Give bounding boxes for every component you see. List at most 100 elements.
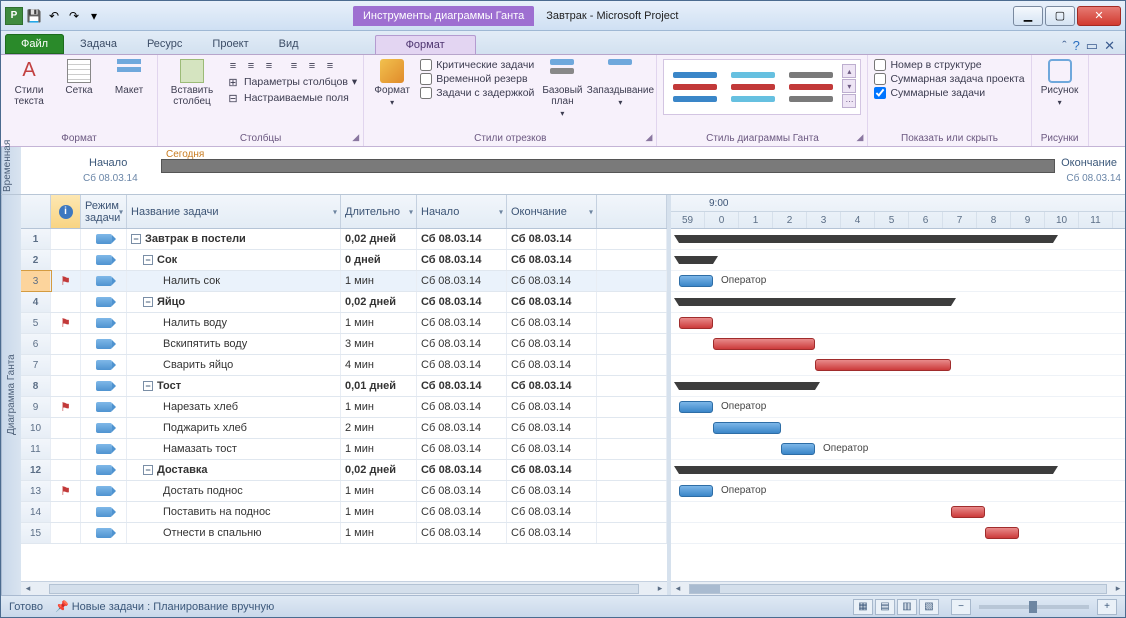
cell-start[interactable]: Сб 08.03.14 — [417, 334, 507, 354]
timeline-tab[interactable]: Временная — [1, 147, 21, 194]
gantt-row[interactable] — [671, 334, 1125, 355]
tab-project[interactable]: Проект — [198, 34, 262, 54]
cell-extra[interactable] — [597, 376, 667, 396]
cell-start[interactable]: Сб 08.03.14 — [417, 418, 507, 438]
close-button[interactable]: ✕ — [1077, 6, 1121, 26]
cell-name[interactable]: Поджарить хлеб — [127, 418, 341, 438]
cell-finish[interactable]: Сб 08.03.14 — [507, 313, 597, 333]
row-number[interactable]: 2 — [21, 250, 51, 270]
cell-name[interactable]: Сварить яйцо — [127, 355, 341, 375]
gridlines-button[interactable]: Сетка — [57, 59, 101, 96]
table-row[interactable]: 8−Тост0,01 днейСб 08.03.14Сб 08.03.14 — [21, 376, 667, 397]
cell-mode[interactable] — [81, 292, 127, 312]
cell-finish[interactable]: Сб 08.03.14 — [507, 439, 597, 459]
gantt-body[interactable]: ОператорОператорОператорОператор — [671, 229, 1125, 581]
cell-extra[interactable] — [597, 502, 667, 522]
row-number[interactable]: 13 — [21, 481, 51, 501]
cell-duration[interactable]: 4 мин — [341, 355, 417, 375]
col-indicators[interactable]: i — [51, 195, 81, 228]
view-team-icon[interactable]: ▥ — [897, 599, 917, 615]
cell-start[interactable]: Сб 08.03.14 — [417, 523, 507, 543]
cell-mode[interactable] — [81, 523, 127, 543]
cell-finish[interactable]: Сб 08.03.14 — [507, 502, 597, 522]
row-number[interactable]: 10 — [21, 418, 51, 438]
cell-duration[interactable]: 0,02 дней — [341, 460, 417, 480]
minimize-ribbon-icon[interactable]: ˆ — [1062, 38, 1066, 54]
row-number[interactable]: 15 — [21, 523, 51, 543]
cell-duration[interactable]: 1 мин — [341, 397, 417, 417]
cell-name[interactable]: −Тост — [127, 376, 341, 396]
scrollbar-thumb[interactable] — [49, 584, 639, 594]
task-bar[interactable] — [679, 317, 713, 329]
cell-start[interactable]: Сб 08.03.14 — [417, 355, 507, 375]
task-bar[interactable] — [713, 422, 781, 434]
layout-button[interactable]: Макет — [107, 59, 151, 96]
cell-name[interactable]: Поставить на поднос — [127, 502, 341, 522]
col-finish[interactable]: Окончание▾ — [507, 195, 597, 228]
cell-name[interactable]: Налить воду — [127, 313, 341, 333]
zoom-in-icon[interactable]: + — [1097, 599, 1117, 615]
task-bar[interactable] — [679, 485, 713, 497]
dialog-launcher-icon[interactable]: ◢ — [352, 132, 359, 143]
col-start[interactable]: Начало▾ — [417, 195, 507, 228]
col-rownum[interactable] — [21, 195, 51, 228]
gallery-up-icon[interactable]: ▴ — [842, 64, 856, 78]
cell-start[interactable]: Сб 08.03.14 — [417, 481, 507, 501]
cell-mode[interactable] — [81, 334, 127, 354]
drawing-button[interactable]: Рисунок▾ — [1038, 59, 1082, 107]
cell-duration[interactable]: 1 мин — [341, 502, 417, 522]
cell-extra[interactable] — [597, 334, 667, 354]
table-row[interactable]: 5⚑Налить воду1 минСб 08.03.14Сб 08.03.14 — [21, 313, 667, 334]
view-gantt-icon[interactable]: ▦ — [853, 599, 873, 615]
view-usage-icon[interactable]: ▤ — [875, 599, 895, 615]
gantt-row[interactable] — [671, 523, 1125, 544]
task-bar[interactable] — [985, 527, 1019, 539]
late-tasks-checkbox[interactable]: Задачи с задержкой — [420, 87, 534, 99]
cell-name[interactable]: Нарезать хлеб — [127, 397, 341, 417]
gantt-row[interactable] — [671, 292, 1125, 313]
critical-tasks-checkbox[interactable]: Критические задачи — [420, 59, 534, 71]
cell-start[interactable]: Сб 08.03.14 — [417, 292, 507, 312]
row-number[interactable]: 14 — [21, 502, 51, 522]
table-row[interactable]: 1−Завтрак в постели0,02 днейСб 08.03.14С… — [21, 229, 667, 250]
cell-mode[interactable] — [81, 313, 127, 333]
cell-extra[interactable] — [597, 523, 667, 543]
task-bar[interactable] — [815, 359, 951, 371]
scroll-right-icon[interactable]: ▸ — [653, 582, 667, 596]
collapse-icon[interactable]: − — [143, 465, 153, 475]
zoom-slider[interactable] — [979, 605, 1089, 609]
cell-start[interactable]: Сб 08.03.14 — [417, 376, 507, 396]
cell-name[interactable]: Достать поднос — [127, 481, 341, 501]
cell-duration[interactable]: 1 мин — [341, 439, 417, 459]
cell-mode[interactable] — [81, 418, 127, 438]
table-row[interactable]: 2−Сок0 днейСб 08.03.14Сб 08.03.14 — [21, 250, 667, 271]
summary-bar[interactable] — [679, 382, 815, 390]
task-bar[interactable] — [679, 275, 713, 287]
collapse-icon[interactable]: − — [143, 255, 153, 265]
cell-mode[interactable] — [81, 355, 127, 375]
help-icon[interactable]: ? — [1073, 38, 1080, 54]
row-number[interactable]: 1 — [21, 229, 51, 249]
cell-mode[interactable] — [81, 376, 127, 396]
cell-mode[interactable] — [81, 502, 127, 522]
cell-name[interactable]: Вскипятить воду — [127, 334, 341, 354]
slack-checkbox[interactable]: Временной резерв — [420, 73, 534, 85]
cell-extra[interactable] — [597, 397, 667, 417]
gantt-row[interactable] — [671, 313, 1125, 334]
cell-start[interactable]: Сб 08.03.14 — [417, 397, 507, 417]
cell-extra[interactable] — [597, 292, 667, 312]
col-mode[interactable]: Режим задачи▾ — [81, 195, 127, 228]
zoom-out-icon[interactable]: − — [951, 599, 971, 615]
tab-task[interactable]: Задача — [66, 34, 131, 54]
cell-start[interactable]: Сб 08.03.14 — [417, 313, 507, 333]
cell-extra[interactable] — [597, 250, 667, 270]
cell-extra[interactable] — [597, 271, 667, 291]
baseline-button[interactable]: Базовый план▾ — [540, 59, 584, 118]
cell-finish[interactable]: Сб 08.03.14 — [507, 250, 597, 270]
cell-finish[interactable]: Сб 08.03.14 — [507, 355, 597, 375]
tab-format[interactable]: Формат — [375, 35, 476, 54]
cell-mode[interactable] — [81, 481, 127, 501]
table-row[interactable]: 6Вскипятить воду3 минСб 08.03.14Сб 08.03… — [21, 334, 667, 355]
dialog-launcher-icon[interactable]: ◢ — [646, 132, 653, 143]
cell-finish[interactable]: Сб 08.03.14 — [507, 292, 597, 312]
